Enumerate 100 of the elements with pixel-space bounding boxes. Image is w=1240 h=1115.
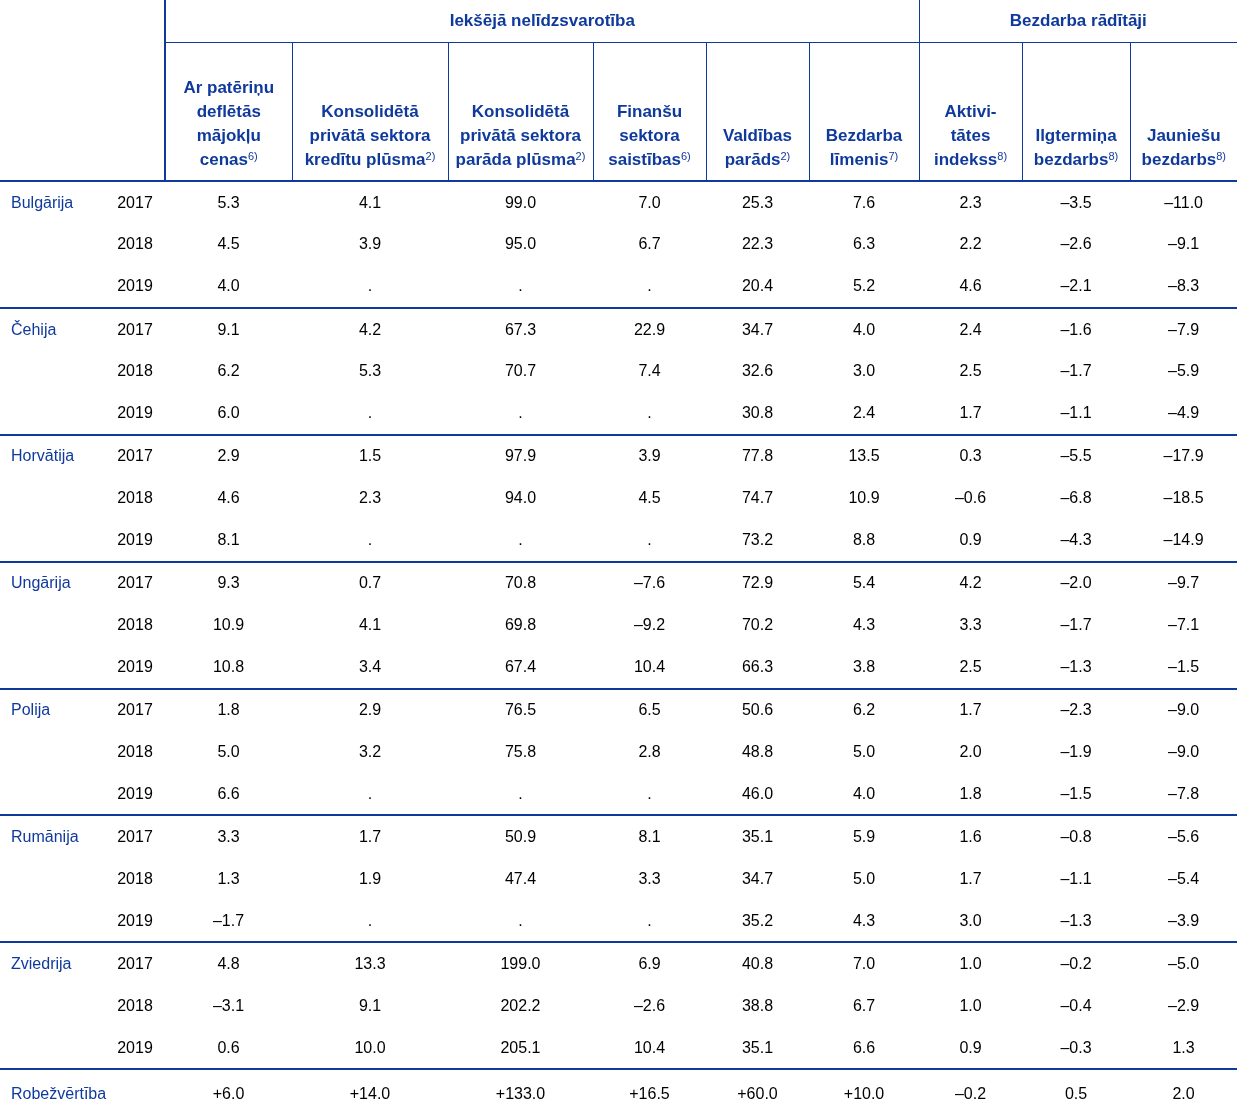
table-cell: 4.0 [852,320,876,338]
table-cell: 4.6 [959,277,982,295]
table-cell: 8.8 [852,531,876,548]
year-cell: 2017 [117,828,153,846]
table-cell: –4.3 [1060,531,1092,548]
table-cell: 67.3 [504,320,537,338]
table-cell: 25.3 [741,193,774,211]
column-header: Aktivi-tātes indekss$^{8)}$ [919,42,1023,181]
table-cell: 4.5 [638,489,661,507]
table-cell: 2.3 [959,193,982,211]
table-cell: 4.0 [852,784,876,802]
table-cell: 3.9 [358,235,382,253]
table-cell: –1.9 [1060,743,1092,760]
table-cell: 205.1 [500,1038,541,1056]
table-cell: 70.2 [741,616,774,634]
table-cell: 40.8 [741,955,774,972]
table-cell: . [367,531,373,548]
column-header: Konsolidētā privātā sektora kredītu plūsma$^{2)}$ [292,42,448,181]
column-header: Konsolidētā privātā sektora parāda plūsma$^{2)}$ [448,42,593,181]
country-name: Polija [11,701,51,719]
table-cell: –0.2 [1060,955,1092,972]
country-name: Čehija [11,320,57,338]
table-cell: . [518,531,523,548]
table-cell: 4.1 [358,616,382,634]
table-cell: 8.1 [217,531,240,548]
table-cell: –1.3 [1060,657,1092,675]
table-cell: –5.0 [1168,955,1200,972]
table-cell: 2.5 [959,657,982,675]
table-cell: 70.8 [504,574,537,592]
table-cell: 5.0 [217,743,240,760]
table-cell: 2.8 [638,743,661,760]
year-cell: 2018 [117,235,153,253]
table-cell: –9.0 [1168,743,1200,760]
group-header: Bezdarba rādītāji [919,0,1238,42]
table-cell: 97.9 [504,447,537,465]
table-cell: 9.1 [217,320,240,338]
table-cell: 4.2 [959,574,982,592]
table-cell: 38.8 [741,996,774,1014]
table-cell: +10.0 [843,1084,885,1102]
table-cell: 3.4 [358,657,382,675]
table-cell: 5.0 [852,743,876,760]
table-cell: –1.6 [1060,320,1092,338]
table-cell: 3.3 [217,828,240,846]
table-cell: –5.5 [1060,447,1092,465]
table-cell: . [367,911,373,929]
table-cell: 6.6 [852,1038,876,1056]
table-cell: 0.9 [959,1038,982,1056]
table-cell: 5.2 [852,277,876,295]
column-header: Ar patēriņu deflētās mājokļu cenas$^{6)}$ [165,42,292,181]
table-cell: –1.7 [212,911,245,929]
table-cell: 6.2 [852,701,876,719]
table-cell: –1.1 [1060,869,1092,887]
table-cell: 5.4 [852,574,876,592]
table-cell: 1.7 [959,701,982,719]
table-cell: 34.7 [741,320,774,338]
column-header: Ilgtermiņa bezdarbs$^{8)}$ [1022,42,1131,181]
table-cell: 2.2 [959,235,982,253]
table-cell: 4.5 [217,235,240,253]
table-cell: 4.0 [217,277,240,295]
table-cell: 10.4 [633,657,666,675]
table-cell: . [367,404,373,422]
table-cell: . [647,404,652,422]
table-cell: 6.6 [217,784,240,802]
table-cell: 1.3 [217,869,240,887]
year-cell: 2018 [117,743,153,760]
table-cell: 202.2 [500,996,541,1014]
table-cell: –7.9 [1168,320,1200,338]
table-cell: 5.3 [217,193,240,211]
table-cell: . [518,911,523,929]
table-cell: 0.9 [959,531,982,548]
table-cell: –2.1 [1060,277,1092,295]
table-cell: –1.7 [1060,616,1092,634]
table-cell: 1.8 [959,784,982,802]
table-cell: 2.4 [852,404,876,422]
year-cell: 2019 [117,657,153,675]
table-cell: 4.2 [358,320,382,338]
table-cell: 199.0 [500,955,541,972]
table-cell: +133.0 [495,1084,546,1102]
table-cell: 30.8 [741,404,774,422]
table-cell: 50.9 [504,828,537,846]
column-header: Finanšu sektora saistības$^{6)}$ [593,42,706,181]
table-cell: 9.1 [358,996,382,1014]
table-cell: . [518,277,523,295]
table-cell: +16.5 [629,1084,670,1102]
table-cell: +6.0 [212,1084,245,1102]
table-cell: –1.5 [1060,784,1092,802]
year-cell: 2019 [117,531,153,548]
table-cell: 2.4 [959,320,982,338]
threshold-label: Robežvērtība [11,1084,107,1102]
year-cell: 2019 [117,277,153,295]
table-cell: 2.5 [959,362,982,380]
table-cell: 35.1 [741,1038,774,1056]
table-cell: 1.3 [1172,1038,1195,1056]
table-cell: 10.0 [354,1038,386,1056]
year-cell: 2019 [117,911,153,929]
table-cell: 10.4 [633,1038,666,1056]
table-cell: –9.0 [1168,701,1200,719]
table-cell: 4.1 [358,193,382,211]
year-cell: 2019 [117,404,153,422]
table-cell: –2.9 [1168,996,1200,1014]
